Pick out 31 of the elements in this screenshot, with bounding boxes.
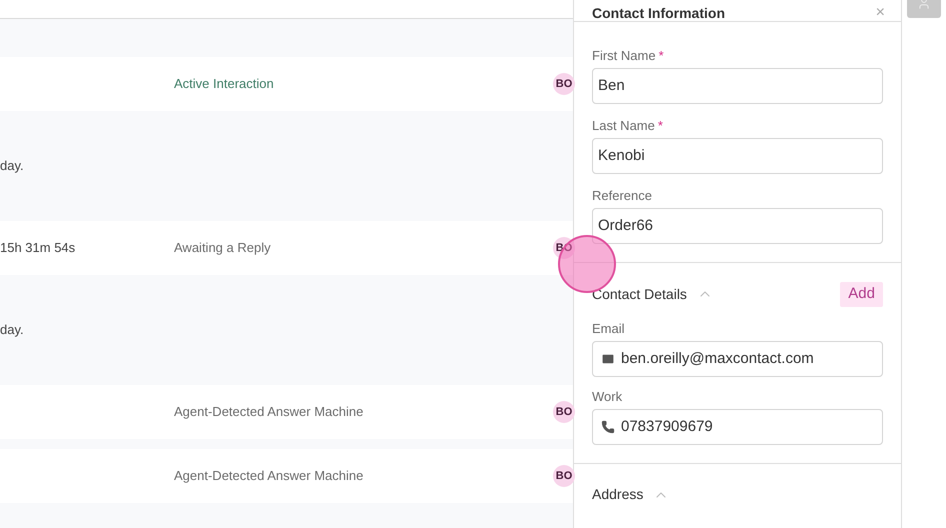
status-text: Awaiting a Reply: [174, 239, 271, 258]
field-label: Work: [592, 388, 624, 406]
contact-field[interactable]: ben.oreilly@maxcontact.com: [592, 341, 883, 377]
initials-avatar: BO: [553, 401, 575, 423]
field-label: Last Name *: [592, 117, 664, 136]
initials-avatar: BO: [553, 465, 575, 487]
table-row[interactable]: Agent-Detected Answer Machine BO: [0, 449, 573, 503]
field-label: Email: [592, 320, 626, 338]
table-cell: 15h 31m 54s: [0, 240, 76, 255]
text-field[interactable]: Order66: [592, 208, 883, 244]
section-title: Address: [592, 485, 644, 504]
contact-field[interactable]: 07837909679: [592, 409, 883, 445]
add-button[interactable]: Add: [840, 282, 883, 306]
section-title: Contact Details: [592, 284, 687, 304]
mail-icon: [601, 352, 615, 366]
text-field[interactable]: Kenobi: [592, 138, 883, 174]
status-text: Agent-Detected Answer Machine: [174, 467, 364, 486]
panel-title: Contact Information: [592, 5, 725, 21]
table-row[interactable]: Agent-Detected Answer Machine BO: [0, 385, 573, 439]
table-row[interactable]: Active Interaction BO: [0, 57, 573, 111]
field-label: Reference: [592, 187, 653, 206]
user-button[interactable]: [907, 0, 941, 18]
status-text: Agent-Detected Answer Machine: [174, 403, 364, 422]
text-field[interactable]: Ben: [592, 68, 883, 104]
table-cell-text: day.: [0, 157, 24, 176]
field-label: First Name *: [592, 47, 665, 66]
user-icon: [917, 0, 931, 10]
status-text: Active Interaction: [174, 75, 274, 94]
phone-icon: [601, 420, 615, 434]
table-cell-text: day.: [0, 321, 24, 340]
initials-avatar: BO: [553, 73, 575, 95]
